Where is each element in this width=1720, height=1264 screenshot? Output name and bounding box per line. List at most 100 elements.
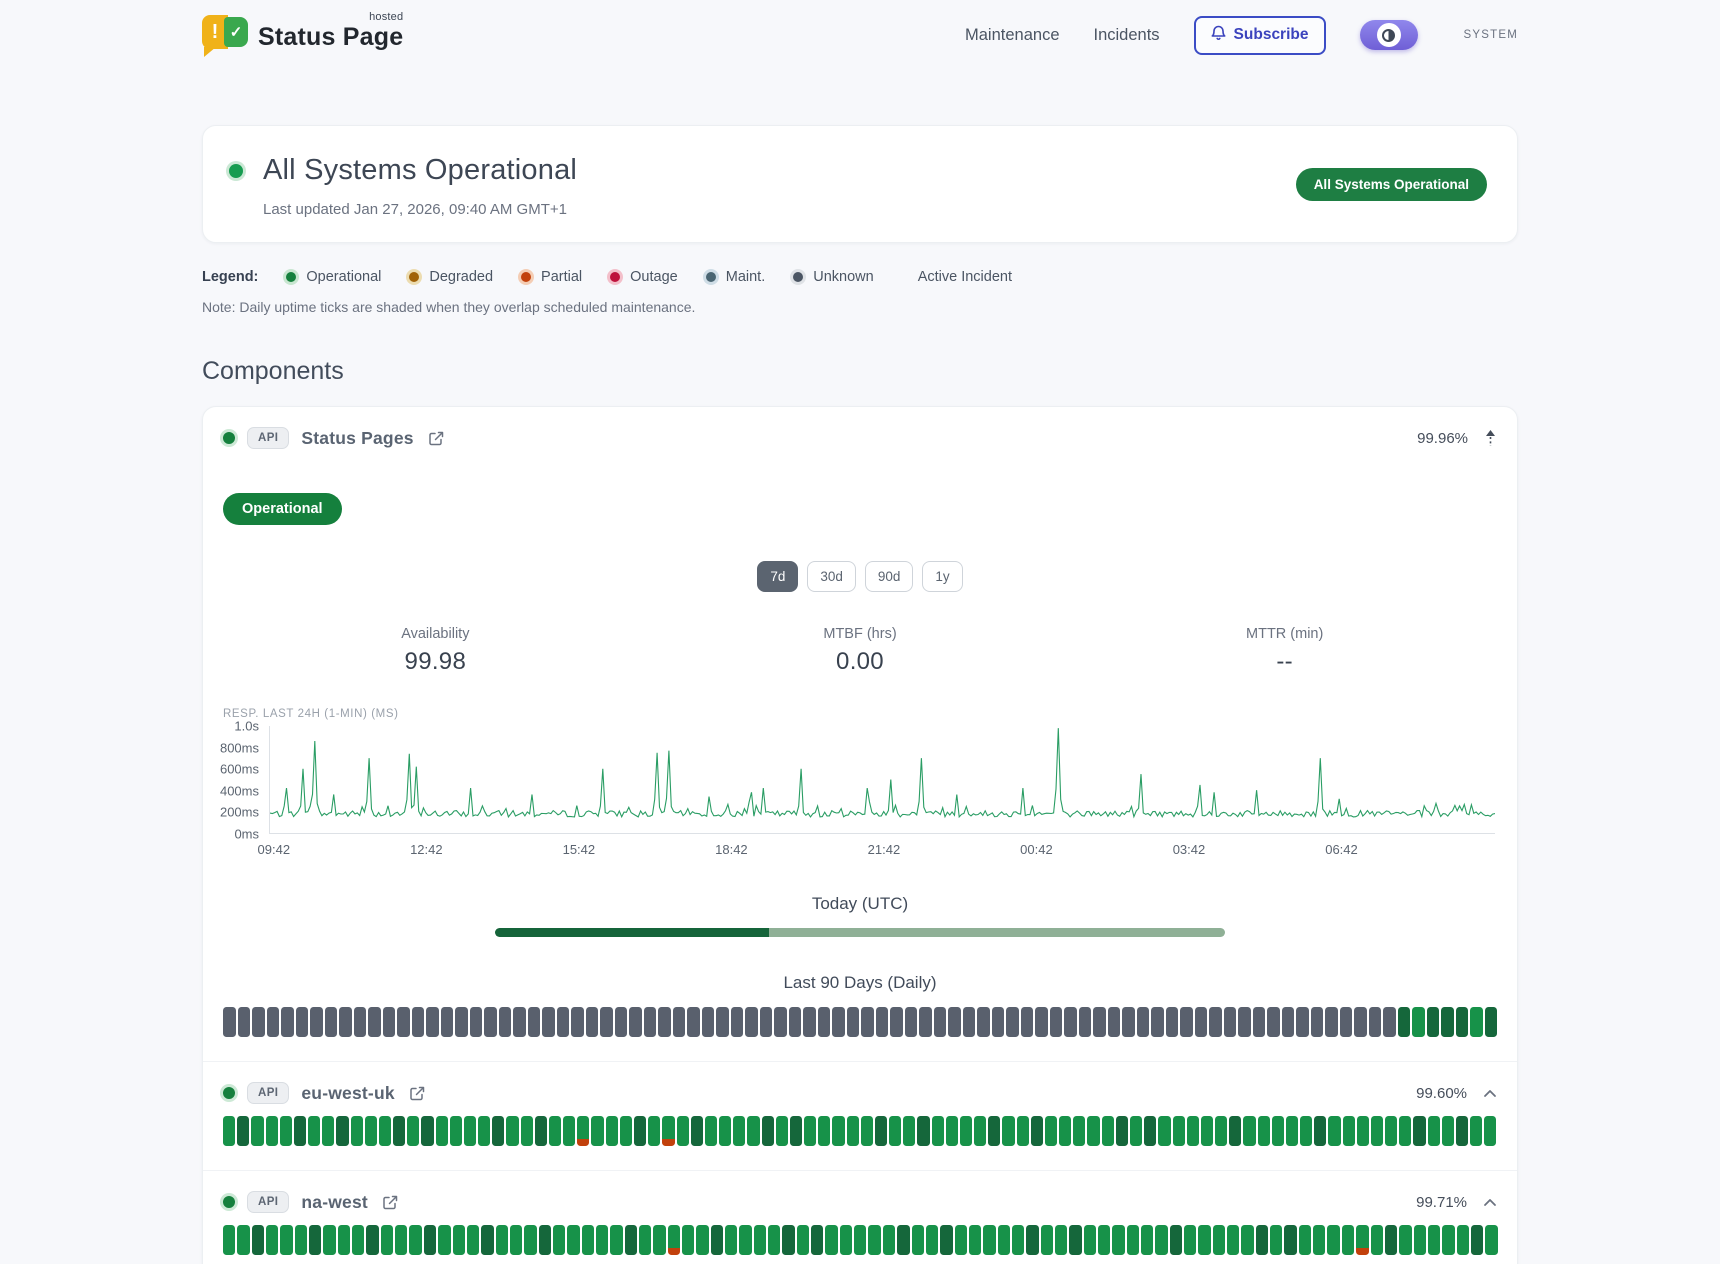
uptime-tick[interactable]	[395, 1225, 407, 1255]
uptime-tick[interactable]	[1045, 1116, 1057, 1146]
uptime-tick[interactable]	[1300, 1116, 1312, 1146]
nav-incidents[interactable]: Incidents	[1094, 26, 1160, 45]
uptime-tick[interactable]	[1116, 1116, 1128, 1146]
uptime-tick[interactable]	[1137, 1007, 1150, 1037]
uptime-tick[interactable]	[883, 1225, 895, 1255]
uptime-tick[interactable]	[1155, 1225, 1167, 1255]
range-button-7d[interactable]: 7d	[757, 561, 798, 592]
uptime-tick[interactable]	[620, 1116, 632, 1146]
uptime-tick[interactable]	[1398, 1007, 1411, 1037]
uptime-tick[interactable]	[629, 1007, 642, 1037]
uptime-tick[interactable]	[774, 1007, 787, 1037]
uptime-tick[interactable]	[988, 1116, 1000, 1146]
uptime-tick[interactable]	[1369, 1007, 1382, 1037]
uptime-tick[interactable]	[955, 1225, 967, 1255]
uptime-tick[interactable]	[1413, 1116, 1425, 1146]
uptime-tick[interactable]	[1270, 1225, 1282, 1255]
uptime-tick[interactable]	[677, 1116, 689, 1146]
uptime-tick[interactable]	[591, 1116, 603, 1146]
uptime-tick[interactable]	[1187, 1116, 1199, 1146]
uptime-tick[interactable]	[719, 1116, 731, 1146]
uptime-tick[interactable]	[1026, 1225, 1038, 1255]
uptime-tick[interactable]	[702, 1007, 715, 1037]
uptime-tick[interactable]	[1296, 1007, 1309, 1037]
uptime-tick[interactable]	[790, 1116, 802, 1146]
uptime-tick[interactable]	[295, 1225, 307, 1255]
uptime-tick[interactable]	[733, 1116, 745, 1146]
uptime-tick[interactable]	[1272, 1116, 1284, 1146]
uptime-tick[interactable]	[563, 1116, 575, 1146]
uptime-tick[interactable]	[549, 1116, 561, 1146]
uptime-tick[interactable]	[1340, 1007, 1353, 1037]
uptime-tick[interactable]	[1059, 1116, 1071, 1146]
uptime-tick[interactable]	[1012, 1225, 1024, 1255]
uptime-tick[interactable]	[625, 1225, 637, 1255]
uptime-tick[interactable]	[917, 1116, 929, 1146]
uptime-tick[interactable]	[1383, 1007, 1396, 1037]
uptime-tick[interactable]	[539, 1225, 551, 1255]
uptime-tick[interactable]	[897, 1225, 909, 1255]
uptime-tick[interactable]	[998, 1225, 1010, 1255]
uptime-tick[interactable]	[426, 1007, 439, 1037]
uptime-tick[interactable]	[586, 1007, 599, 1037]
uptime-tick[interactable]	[847, 1007, 860, 1037]
uptime-tick[interactable]	[1427, 1007, 1440, 1037]
uptime-tick[interactable]	[969, 1225, 981, 1255]
uptime-tick[interactable]	[1127, 1225, 1139, 1255]
uptime-tick[interactable]	[1399, 1225, 1411, 1255]
uptime-tick[interactable]	[325, 1007, 338, 1037]
uptime-tick[interactable]	[571, 1007, 584, 1037]
uptime-tick[interactable]	[847, 1116, 859, 1146]
uptime-tick[interactable]	[1456, 1116, 1468, 1146]
uptime-tick[interactable]	[1224, 1007, 1237, 1037]
uptime-tick[interactable]	[682, 1225, 694, 1255]
uptime-tick[interactable]	[453, 1225, 465, 1255]
brand-logo[interactable]: ! ✓ Status Page hosted	[202, 15, 403, 55]
uptime-tick[interactable]	[1371, 1116, 1383, 1146]
uptime-tick[interactable]	[1073, 1116, 1085, 1146]
uptime-tick[interactable]	[409, 1225, 421, 1255]
uptime-tick[interactable]	[368, 1007, 381, 1037]
uptime-tick[interactable]	[542, 1007, 555, 1037]
uptime-tick[interactable]	[596, 1225, 608, 1255]
uptime-tick[interactable]	[577, 1116, 589, 1146]
uptime-tick[interactable]	[932, 1116, 944, 1146]
uptime-tick[interactable]	[948, 1007, 961, 1037]
uptime-tick[interactable]	[1286, 1116, 1298, 1146]
uptime-tick[interactable]	[782, 1225, 794, 1255]
uptime-tick[interactable]	[1342, 1225, 1354, 1255]
external-link-icon[interactable]	[428, 430, 445, 447]
uptime-tick[interactable]	[634, 1116, 646, 1146]
uptime-tick[interactable]	[467, 1225, 479, 1255]
uptime-tick[interactable]	[1006, 1007, 1019, 1037]
uptime-tick[interactable]	[610, 1225, 622, 1255]
uptime-tick[interactable]	[745, 1007, 758, 1037]
uptime-tick[interactable]	[1442, 1116, 1454, 1146]
uptime-tick[interactable]	[1470, 1116, 1482, 1146]
uptime-tick[interactable]	[818, 1116, 830, 1146]
uptime-tick[interactable]	[673, 1007, 686, 1037]
uptime-tick[interactable]	[354, 1007, 367, 1037]
nav-maintenance[interactable]: Maintenance	[965, 26, 1059, 45]
uptime-tick[interactable]	[1180, 1007, 1193, 1037]
uptime-tick[interactable]	[615, 1007, 628, 1037]
uptime-tick[interactable]	[983, 1225, 995, 1255]
uptime-tick[interactable]	[1041, 1225, 1053, 1255]
uptime-tick[interactable]	[934, 1007, 947, 1037]
uptime-tick[interactable]	[1241, 1225, 1253, 1255]
uptime-tick[interactable]	[1441, 1007, 1454, 1037]
uptime-tick[interactable]	[308, 1116, 320, 1146]
uptime-tick[interactable]	[1253, 1007, 1266, 1037]
uptime-tick[interactable]	[691, 1116, 703, 1146]
uptime-tick[interactable]	[266, 1116, 278, 1146]
uptime-tick[interactable]	[919, 1007, 932, 1037]
uptime-tick[interactable]	[762, 1116, 774, 1146]
uptime-tick[interactable]	[1328, 1116, 1340, 1146]
uptime-tick[interactable]	[1209, 1007, 1222, 1037]
uptime-tick[interactable]	[436, 1116, 448, 1146]
uptime-tick[interactable]	[237, 1225, 249, 1255]
uptime-tick[interactable]	[1371, 1225, 1383, 1255]
external-link-icon[interactable]	[382, 1194, 399, 1211]
uptime-tick[interactable]	[854, 1225, 866, 1255]
uptime-tick[interactable]	[1325, 1007, 1338, 1037]
